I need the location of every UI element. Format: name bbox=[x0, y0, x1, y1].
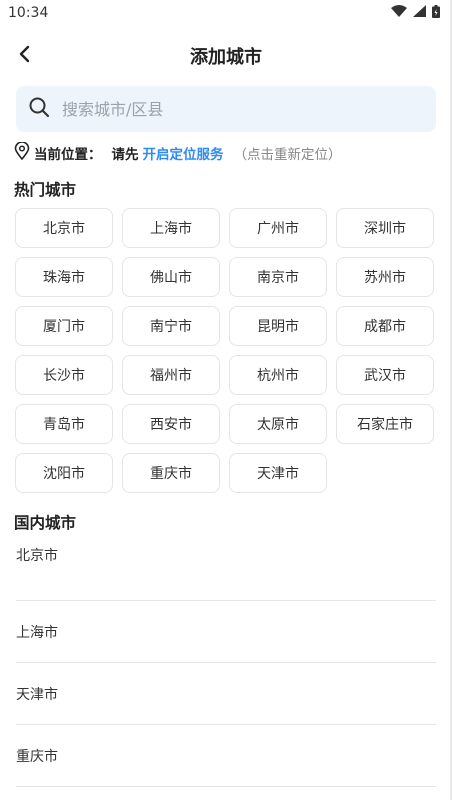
list-item[interactable]: 天津市 bbox=[16, 663, 436, 725]
hot-city-button[interactable]: 杭州市 bbox=[229, 355, 327, 395]
current-location: 当前位置： 请先 开启定位服务 （点击重新定位） bbox=[14, 141, 438, 164]
search-bar[interactable] bbox=[16, 86, 436, 132]
location-label: 当前位置： bbox=[34, 147, 102, 163]
hot-city-button[interactable]: 成都市 bbox=[336, 306, 434, 346]
hot-city-button[interactable]: 昆明市 bbox=[229, 306, 327, 346]
location-prefix: 请先 bbox=[111, 147, 139, 163]
hot-city-button[interactable]: 上海市 bbox=[122, 208, 220, 248]
chevron-left-icon bbox=[18, 45, 30, 67]
relocate-hint[interactable]: （点击重新定位） bbox=[234, 143, 342, 163]
hot-city-button[interactable]: 重庆市 bbox=[122, 453, 220, 493]
hot-city-button[interactable]: 北京市 bbox=[15, 208, 113, 248]
hot-city-button[interactable]: 深圳市 bbox=[336, 208, 434, 248]
status-bar: 10:34 bbox=[0, 0, 452, 26]
list-item-label: 北京市 bbox=[16, 548, 58, 564]
hot-city-button[interactable]: 石家庄市 bbox=[336, 404, 434, 444]
hot-city-button[interactable]: 西安市 bbox=[122, 404, 220, 444]
signal-icon bbox=[413, 5, 426, 21]
hot-city-button[interactable]: 福州市 bbox=[122, 355, 220, 395]
page-title: 添加城市 bbox=[190, 47, 262, 68]
hot-city-button[interactable]: 太原市 bbox=[229, 404, 327, 444]
enable-location-link[interactable]: 开启定位服务 bbox=[143, 143, 224, 163]
list-item-label: 重庆市 bbox=[16, 748, 58, 765]
hot-city-button[interactable]: 天津市 bbox=[229, 453, 327, 493]
list-item[interactable]: 上海市 bbox=[16, 601, 436, 663]
hot-cities-grid: 北京市 上海市 广州市 深圳市珠海市 佛山市 南京市 苏州市厦门市 南宁市 昆明市 成都市长沙市福… bbox=[15, 208, 437, 493]
header: 添加城市 bbox=[0, 26, 452, 86]
list-item[interactable]: 北京市 bbox=[16, 539, 436, 601]
hot-city-button[interactable]: 珠海市 bbox=[15, 257, 113, 297]
hot-city-button[interactable]: 厦门市 bbox=[15, 306, 113, 346]
hot-city-button[interactable]: 南京市 bbox=[229, 257, 327, 297]
hot-city-button[interactable]: 南宁市 bbox=[122, 306, 220, 346]
location-pin-icon bbox=[14, 141, 30, 164]
domestic-cities-list: 北京市上海市天津市重庆市 bbox=[16, 539, 436, 787]
search-input[interactable] bbox=[60, 98, 424, 120]
hot-cities-title: 热门城市 bbox=[14, 181, 77, 199]
list-item-label: 上海市 bbox=[16, 624, 58, 641]
hot-city-button[interactable]: 广州市 bbox=[229, 208, 327, 248]
hot-city-button[interactable]: 苏州市 bbox=[336, 257, 434, 297]
list-item[interactable]: 重庆市 bbox=[16, 725, 436, 787]
list-item-label: 天津市 bbox=[16, 686, 58, 703]
domestic-cities-title: 国内城市 bbox=[14, 514, 77, 532]
search-icon bbox=[28, 96, 50, 122]
hot-city-button[interactable]: 武汉市 bbox=[336, 355, 434, 395]
battery-icon bbox=[432, 4, 440, 22]
back-button[interactable] bbox=[10, 42, 38, 70]
wifi-icon bbox=[391, 5, 407, 21]
hot-city-button[interactable]: 长沙市 bbox=[15, 355, 113, 395]
hot-city-button[interactable]: 佛山市 bbox=[122, 257, 220, 297]
status-icons bbox=[391, 4, 440, 22]
hot-city-button[interactable]: 青岛市 bbox=[15, 404, 113, 444]
hot-city-button[interactable]: 沈阳市 bbox=[15, 453, 113, 493]
status-time: 10:34 bbox=[8, 5, 49, 21]
